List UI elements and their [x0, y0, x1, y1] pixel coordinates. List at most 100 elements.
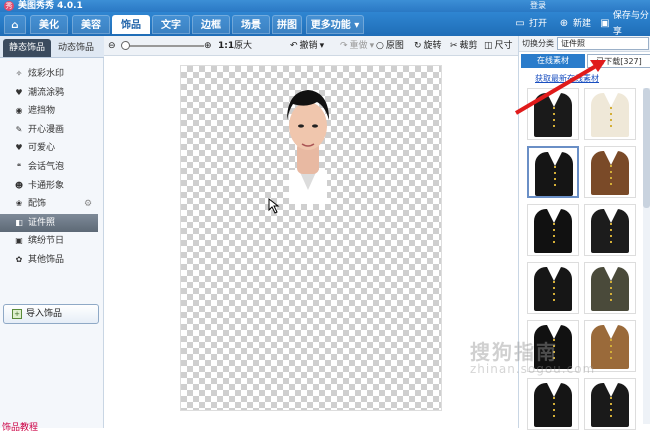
tab-text[interactable]: 文字: [152, 15, 190, 34]
scrollbar-thumb[interactable]: [643, 88, 650, 208]
save-icon: ▣: [600, 18, 610, 29]
uniform-buttons: [554, 166, 556, 190]
category-label: 配饰: [28, 199, 47, 210]
category-icon: ✧: [15, 69, 23, 78]
redo-button[interactable]: ↷ 重做 ▾: [340, 38, 374, 54]
resize-button[interactable]: ◫ 尺寸: [484, 38, 513, 54]
category-icon: ✎: [15, 124, 23, 134]
category-item[interactable]: ❝ 会话气泡: [0, 158, 104, 176]
category-label: 遮挡物: [28, 106, 56, 117]
transparent-canvas[interactable]: [180, 65, 442, 411]
rotate-button[interactable]: ↻ 旋转: [414, 38, 442, 54]
uniform-buttons: [610, 281, 612, 305]
zoom-slider-knob[interactable]: [121, 41, 130, 50]
category-item[interactable]: ✿ 其他饰品: [0, 251, 104, 269]
left-bottom-link[interactable]: 饰品教程: [2, 420, 38, 433]
scissors-icon: ✂: [450, 41, 458, 51]
watermark-text: 搜狗指南: [470, 340, 558, 364]
folder-icon: ▭: [515, 18, 525, 29]
category-item[interactable]: ✎ 开心漫画: [0, 121, 104, 139]
tab-beautify[interactable]: 美化: [30, 15, 68, 34]
zoom-in-icon[interactable]: ⊕: [204, 38, 212, 54]
category-select[interactable]: 证件照: [557, 37, 649, 50]
main-tab-bar: ⌂ 美化 美容 饰品 文字 边框 场景 拼图 更多功能 ▾ ▭ 打开 ⊕ 新建 ▣ 保…: [0, 11, 650, 37]
title-bar: 秀 美图秀秀 4.0.1 登录: [0, 0, 650, 12]
category-item[interactable]: ▣ 缤纷节日: [0, 232, 104, 250]
actual-size-label[interactable]: 1:1: [218, 38, 234, 54]
chevron-down-icon: ▾: [354, 20, 360, 31]
uniform-thumbnail[interactable]: [527, 204, 579, 256]
category-icon: ◉: [15, 106, 23, 116]
undo-button[interactable]: ↶ 撤销 ▾: [290, 38, 324, 54]
undo-icon: ↶: [290, 41, 298, 51]
category-label: 炫彩水印: [28, 69, 65, 79]
uniform-thumbnail[interactable]: [584, 88, 636, 140]
tab-frame[interactable]: 边框: [192, 15, 230, 34]
tab-more[interactable]: 更多功能 ▾: [306, 15, 364, 34]
canvas-toolbar: ⊖ ⊕ 1:1 原大 ↶ 撤销 ▾ ↷ 重做 ▾ ○ 原图 ↻ 旋转 ✂ 裁剪 ◫ 尺寸: [104, 36, 518, 56]
get-latest-material-link[interactable]: 获取最新在线素材: [535, 73, 599, 84]
category-label: 其他饰品: [28, 255, 65, 265]
original-size-button[interactable]: 原大: [234, 38, 252, 54]
material-scrollbar[interactable]: [643, 88, 650, 424]
crop-button[interactable]: ✂ 裁剪: [450, 38, 478, 54]
uniform-buttons: [553, 397, 555, 421]
import-accessory-button[interactable]: + 导入饰品: [3, 304, 99, 324]
redo-label: 重做: [349, 41, 368, 51]
category-label: 证件照: [28, 217, 56, 228]
compare-icon: ○: [376, 41, 384, 51]
uniform-thumbnail[interactable]: [527, 262, 579, 314]
app-logo-icon: 秀: [4, 1, 14, 11]
uniform-buttons: [610, 397, 612, 421]
compare-button[interactable]: ○ 原图: [376, 38, 404, 54]
category-item[interactable]: ☻ 卡通形象: [0, 177, 104, 195]
tab-dynamic-accessories[interactable]: 动态饰品: [52, 39, 100, 57]
tab-collage[interactable]: 拼图: [272, 15, 302, 34]
zoom-slider[interactable]: [121, 41, 204, 50]
app-title: 美图秀秀 4.0.1: [18, 1, 83, 11]
chevron-down-icon: ▾: [369, 41, 375, 51]
tab-online-material[interactable]: 在线素材: [521, 54, 585, 68]
chevron-down-icon: ▾: [319, 41, 325, 51]
category-item[interactable]: ◧ 证件照: [0, 213, 98, 232]
rotate-icon: ↻: [414, 41, 422, 51]
uniform-thumbnail[interactable]: [527, 146, 579, 198]
category-item[interactable]: ♥ 可爱心: [0, 139, 104, 157]
tab-scene[interactable]: 场景: [232, 15, 270, 34]
new-button[interactable]: ⊕ 新建: [558, 16, 591, 32]
new-label: 新建: [573, 19, 592, 29]
category-item[interactable]: ❀ 配饰 ⚙: [0, 195, 104, 213]
resize-label: 尺寸: [494, 41, 513, 51]
home-icon: ⌂: [11, 20, 19, 31]
compare-label: 原图: [385, 41, 404, 51]
tab-downloaded[interactable]: 已下载[327]: [587, 54, 650, 68]
tab-accessories[interactable]: 饰品: [112, 15, 150, 34]
uniform-thumbnail[interactable]: [527, 378, 579, 430]
settings-icon[interactable]: ⚙: [84, 195, 92, 213]
category-switch-bar: 切换分类 证件照: [519, 36, 650, 52]
uniform-thumbnail[interactable]: [584, 204, 636, 256]
uniform-thumbnail[interactable]: [527, 88, 579, 140]
uniform-buttons: [610, 107, 612, 131]
login-link[interactable]: 登录: [530, 0, 546, 12]
save-share-button[interactable]: ▣ 保存与分享: [600, 11, 650, 37]
tab-static-accessories[interactable]: 静态饰品: [3, 39, 51, 57]
open-label: 打开: [529, 19, 548, 29]
import-icon: +: [12, 309, 22, 319]
category-item[interactable]: ♥ 潮流涂鸦: [0, 84, 104, 102]
open-button[interactable]: ▭ 打开: [514, 16, 547, 32]
category-item[interactable]: ◉ 遮挡物: [0, 102, 104, 120]
uniform-thumbnail[interactable]: [584, 378, 636, 430]
left-subtabs: 静态饰品 动态饰品: [0, 36, 104, 58]
uniform-thumbnail[interactable]: [584, 262, 636, 314]
category-item[interactable]: ✧ 炫彩水印: [0, 65, 104, 83]
crop-label: 裁剪: [459, 41, 478, 51]
tab-beauty[interactable]: 美容: [72, 15, 110, 34]
id-photo-portrait[interactable]: [277, 72, 337, 204]
uniform-buttons: [610, 223, 612, 247]
category-icon: ♥: [15, 87, 23, 97]
zoom-out-icon[interactable]: ⊖: [108, 38, 116, 54]
uniform-thumbnail[interactable]: [584, 146, 636, 198]
category-icon: ◧: [15, 217, 23, 227]
home-tab[interactable]: ⌂: [4, 15, 26, 34]
